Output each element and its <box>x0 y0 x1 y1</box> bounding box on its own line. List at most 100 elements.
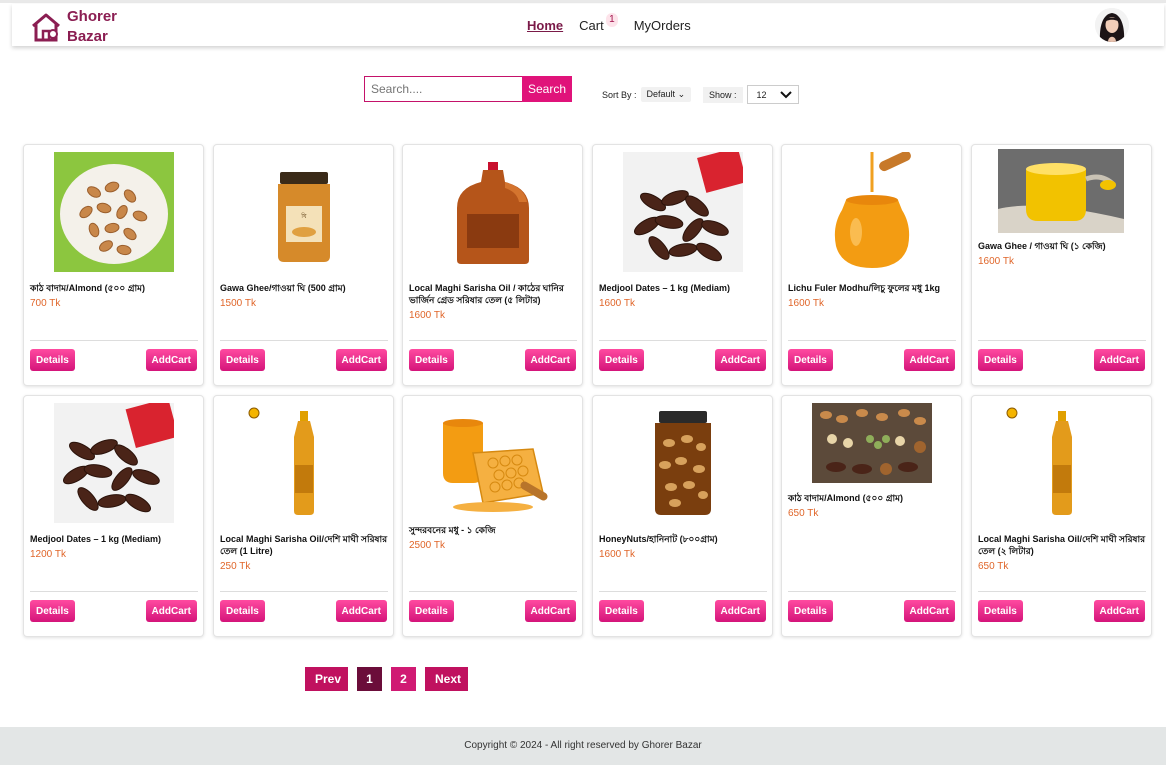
card-divider <box>788 340 956 341</box>
nav-cart-link[interactable]: Cart 1 <box>579 13 618 33</box>
product-card: Medjool Dates – 1 kg (Mediam) 1600 Tk De… <box>592 144 773 386</box>
ghee-jar-image: ঘি <box>278 172 330 262</box>
svg-text:ঘি: ঘি <box>300 213 307 220</box>
brand-line-2: Bazar <box>67 28 108 45</box>
add-cart-button[interactable]: AddCart <box>335 600 387 622</box>
house-logo-icon <box>32 13 60 42</box>
product-card: Local Maghi Sarisha Oil/দেশি মাঘী সরিষার… <box>213 395 394 637</box>
product-name: Local Maghi Sarisha Oil/দেশি মাঘী সরিষার… <box>978 533 1146 573</box>
add-cart-button[interactable]: AddCart <box>335 349 387 371</box>
ghee-bowl-image <box>998 149 1124 233</box>
add-cart-button[interactable]: AddCart <box>903 349 955 371</box>
product-card: কাঠ বাদাম/Almond (৫০০ গ্রাম) 700 Tk Deta… <box>23 144 204 386</box>
add-cart-button[interactable]: AddCart <box>1093 600 1145 622</box>
product-card: Gawa Ghee / গাওয়া ঘি (১ কেজি) 1600 Tk D… <box>971 144 1152 386</box>
product-price: 1600 Tk <box>599 549 635 560</box>
add-cart-button[interactable]: AddCart <box>1093 349 1145 371</box>
product-name: Gawa Ghee / গাওয়া ঘি (১ কেজি) 1600 Tk <box>978 240 1146 268</box>
product-price: 1600 Tk <box>409 310 445 321</box>
show-label: Show : <box>703 86 743 103</box>
add-cart-button[interactable]: AddCart <box>145 349 197 371</box>
search-button[interactable]: Search <box>522 76 572 102</box>
add-cart-button[interactable]: AddCart <box>145 600 197 622</box>
product-name: Medjool Dates – 1 kg (Mediam) 1200 Tk <box>30 533 198 561</box>
logo[interactable]: Ghorer Bazar <box>29 7 127 47</box>
details-button[interactable]: Details <box>599 600 644 622</box>
mixed-nuts-image <box>812 403 932 483</box>
details-button[interactable]: Details <box>30 600 75 622</box>
details-button[interactable]: Details <box>599 349 644 371</box>
product-price: 650 Tk <box>978 561 1009 572</box>
product-card: সুন্দরবনের মধু - ১ কেজি 2500 Tk Details … <box>402 395 583 637</box>
details-button[interactable]: Details <box>978 349 1023 371</box>
card-divider <box>30 591 198 592</box>
product-title: Medjool Dates – 1 kg (Mediam) <box>599 283 731 293</box>
brand-name: Ghorer Bazar <box>67 7 127 47</box>
product-title: HoneyNuts/হানিনাট (৮০০গ্রাম) <box>599 534 718 544</box>
search-input[interactable] <box>364 76 522 102</box>
page-2-button[interactable]: 2 <box>391 667 416 691</box>
product-name: Gawa Ghee/গাওয়া ঘি (500 গ্রাম) 1500 Tk <box>220 282 388 310</box>
details-button[interactable]: Details <box>409 349 454 371</box>
product-card: কাঠ বাদাম/Almond (৫০০ গ্রাম) 650 Tk Deta… <box>781 395 962 637</box>
product-card: Lichu Fuler Modhu/লিচু ফুলের মধু 1kg 160… <box>781 144 962 386</box>
details-button[interactable]: Details <box>220 600 265 622</box>
add-cart-button[interactable]: AddCart <box>714 349 766 371</box>
product-price: 650 Tk <box>788 508 819 519</box>
dates-product-image <box>54 403 174 523</box>
card-divider <box>978 591 1146 592</box>
card-divider <box>599 591 767 592</box>
details-button[interactable]: Details <box>220 349 265 371</box>
chevron-down-icon <box>779 90 792 98</box>
search-bar: Search <box>364 76 572 102</box>
product-price: 1200 Tk <box>30 549 66 560</box>
footer: Copyright © 2024 - All right reserved by… <box>0 727 1166 765</box>
navbar: Ghorer Bazar Home Cart 1 MyOrders <box>12 4 1164 46</box>
add-cart-button[interactable]: AddCart <box>714 600 766 622</box>
sort-label: Sort By : <box>602 89 637 100</box>
top-border <box>0 0 1166 3</box>
card-divider <box>978 340 1146 341</box>
product-title: Local Maghi Sarisha Oil/দেশি মাঘী সরিষার… <box>978 534 1146 556</box>
details-button[interactable]: Details <box>788 600 833 622</box>
product-price: 1600 Tk <box>788 298 824 309</box>
card-divider <box>30 340 198 341</box>
product-name: Local Maghi Sarisha Oil/দেশি মাঘী সরিষার… <box>220 533 388 573</box>
nav-links: Home Cart 1 MyOrders <box>527 13 707 33</box>
product-title: Local Maghi Sarisha Oil / কাঠের ঘানির ভা… <box>409 283 564 305</box>
card-divider <box>788 591 956 592</box>
details-button[interactable]: Details <box>30 349 75 371</box>
card-divider <box>220 591 388 592</box>
details-button[interactable]: Details <box>978 600 1023 622</box>
user-avatar[interactable] <box>1095 8 1129 42</box>
page-1-button[interactable]: 1 <box>357 667 382 691</box>
product-name: সুন্দরবনের মধু - ১ কেজি 2500 Tk <box>409 524 577 552</box>
product-card: HoneyNuts/হানিনাট (৮০০গ্রাম) 1600 Tk Det… <box>592 395 773 637</box>
honeynuts-jar-image <box>655 411 711 515</box>
add-cart-button[interactable]: AddCart <box>524 349 576 371</box>
cart-count-badge: 1 <box>606 13 618 27</box>
product-name: Local Maghi Sarisha Oil / কাঠের ঘানির ভা… <box>409 282 577 322</box>
prev-page-button[interactable]: Prev <box>305 667 348 691</box>
product-card: Local Maghi Sarisha Oil / কাঠের ঘানির ভা… <box>402 144 583 386</box>
product-title: Lichu Fuler Modhu/লিচু ফুলের মধু 1kg <box>788 283 941 293</box>
next-page-button[interactable]: Next <box>425 667 468 691</box>
add-cart-button[interactable]: AddCart <box>524 600 576 622</box>
card-divider <box>220 340 388 341</box>
details-button[interactable]: Details <box>409 600 454 622</box>
nav-cart-label: Cart <box>579 18 604 33</box>
add-cart-button[interactable]: AddCart <box>903 600 955 622</box>
sort-control: Sort By : Default ⌄ <box>602 87 692 102</box>
sort-select[interactable]: Default ⌄ <box>640 87 692 102</box>
product-price: 1600 Tk <box>978 256 1014 267</box>
show-select[interactable]: 12 <box>746 85 799 104</box>
product-title: Gawa Ghee/গাওয়া ঘি (500 গ্রাম) <box>220 283 346 293</box>
nav-myorders-link[interactable]: MyOrders <box>634 18 691 33</box>
details-button[interactable]: Details <box>788 349 833 371</box>
product-title: Medjool Dates – 1 kg (Mediam) <box>30 534 162 544</box>
product-name: HoneyNuts/হানিনাট (৮০০গ্রাম) 1600 Tk <box>599 533 767 561</box>
nav-home-link[interactable]: Home <box>527 18 563 33</box>
product-title: সুন্দরবনের মধু - ১ কেজি <box>409 525 496 535</box>
product-price: 1600 Tk <box>599 298 635 309</box>
product-name: কাঠ বাদাম/Almond (৫০০ গ্রাম) 650 Tk <box>788 492 956 520</box>
